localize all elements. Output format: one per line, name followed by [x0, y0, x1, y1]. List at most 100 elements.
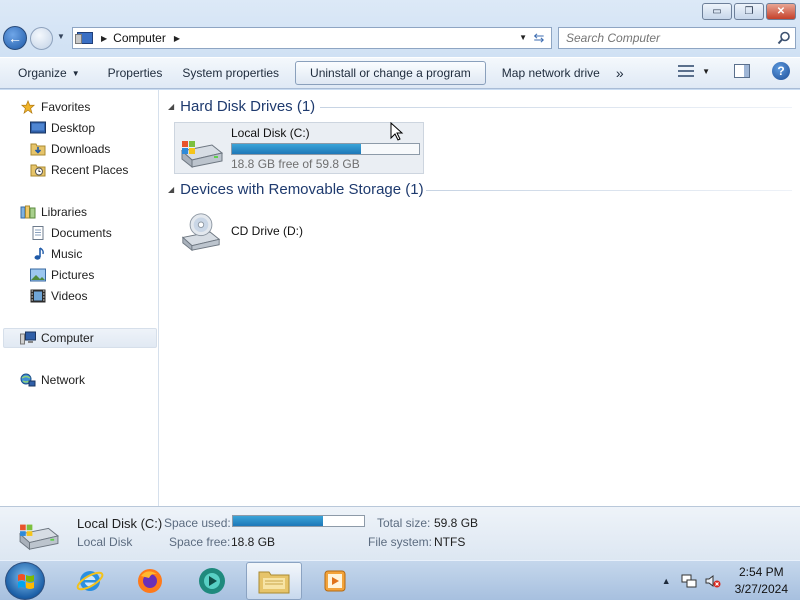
app-icon — [199, 568, 225, 594]
address-bar[interactable]: ▶ Computer ▶ ▼ ⇆ — [72, 27, 552, 49]
local-disk-usage-fill — [232, 144, 362, 154]
star-icon — [20, 100, 36, 114]
view-controls: ▼ ? — [678, 62, 790, 80]
navigation-pane: Favorites Desktop Downloads Recent Place… — [0, 90, 159, 506]
arrow-left-icon: ← — [8, 30, 22, 46]
nav-pictures-label: Pictures — [51, 268, 95, 282]
back-button[interactable]: ← — [3, 26, 27, 50]
start-button[interactable] — [5, 562, 45, 600]
refresh-icon[interactable]: ⇆ — [530, 30, 548, 46]
help-icon[interactable]: ? — [772, 62, 790, 80]
content-area: ◢ Hard Disk Drives (1) Local Disk (C:) 1… — [160, 90, 800, 506]
firefox-icon — [138, 569, 162, 593]
music-icon — [34, 247, 44, 260]
nav-libraries[interactable]: Libraries — [20, 202, 87, 222]
space-used-bar — [232, 515, 365, 527]
volume-muted-icon[interactable] — [705, 573, 721, 589]
media-player-icon — [324, 570, 346, 592]
nav-music[interactable]: Music — [30, 244, 82, 264]
address-dropdown-icon[interactable]: ▼ — [519, 33, 527, 42]
taskbar-internet-explorer[interactable] — [62, 562, 118, 600]
libraries-icon — [20, 205, 36, 219]
window-chrome: ▭ ❐ ✕ ← ▼ ▶ Computer ▶ ▼ ⇆ Organize ▼ — [0, 0, 800, 90]
nav-pictures[interactable]: Pictures — [30, 265, 94, 285]
space-used-fill — [233, 516, 324, 526]
group-hard-disk-drives-label: Hard Disk Drives (1) — [180, 98, 316, 115]
local-disk-usage-bar — [231, 143, 420, 155]
maximize-button[interactable]: ❐ — [734, 3, 764, 20]
organize-label: Organize — [18, 66, 67, 80]
details-type: Local Disk — [77, 535, 133, 549]
taskbar-windows-explorer[interactable] — [246, 562, 302, 600]
nav-music-label: Music — [51, 247, 83, 261]
nav-computer[interactable]: Computer — [3, 328, 157, 348]
taskbar-firefox[interactable] — [122, 562, 178, 600]
nav-favorites-label: Favorites — [41, 100, 91, 114]
organize-button[interactable]: Organize ▼ — [10, 61, 88, 85]
system-properties-button[interactable]: System properties — [174, 61, 287, 85]
nav-videos-label: Videos — [51, 289, 88, 303]
breadcrumb-computer[interactable]: Computer — [113, 31, 166, 45]
recent-places-icon — [30, 164, 46, 177]
explorer-folder-icon — [258, 571, 290, 594]
file-system-value: NTFS — [434, 535, 466, 549]
collapse-triangle-icon: ◢ — [168, 102, 175, 111]
views-icon — [678, 64, 695, 78]
nav-recent-places[interactable]: Recent Places — [30, 160, 128, 180]
nav-network-label: Network — [41, 373, 86, 387]
nav-documents[interactable]: Documents — [30, 223, 112, 243]
videos-icon — [30, 289, 46, 303]
close-button[interactable]: ✕ — [766, 3, 796, 20]
cd-drive-d-item[interactable]: CD Drive (D:) — [174, 208, 324, 256]
nav-computer-label: Computer — [41, 331, 94, 345]
nav-network[interactable]: Network — [20, 370, 85, 390]
navigation-row: ← ▼ ▶ Computer ▶ ▼ ⇆ — [0, 24, 800, 52]
nav-recent-places-label: Recent Places — [51, 163, 129, 177]
group-removable-storage-label: Devices with Removable Storage (1) — [180, 181, 424, 198]
chevron-right-icon[interactable]: ▶ — [101, 34, 107, 43]
taskbar-media-player[interactable] — [307, 562, 363, 600]
space-used-label: Space used: — [164, 516, 231, 530]
uninstall-program-button[interactable]: Uninstall or change a program — [295, 61, 486, 85]
network-icon — [20, 373, 36, 387]
group-hard-disk-drives[interactable]: ◢ Hard Disk Drives (1) — [168, 98, 315, 115]
minimize-button[interactable]: ▭ — [702, 3, 732, 20]
internet-explorer-icon — [76, 571, 104, 591]
more-commands-button[interactable]: » — [608, 61, 632, 85]
search-box — [558, 27, 796, 49]
network-status-icon[interactable] — [681, 573, 697, 589]
total-size-value: 59.8 GB — [434, 516, 479, 530]
show-hidden-icons-icon[interactable]: ▲ — [662, 576, 671, 586]
properties-button[interactable]: Properties — [100, 61, 171, 85]
hard-drive-icon — [180, 141, 224, 169]
map-network-drive-button[interactable]: Map network drive — [494, 61, 608, 85]
nav-downloads[interactable]: Downloads — [30, 139, 110, 159]
recent-pages-dropdown[interactable]: ▼ — [57, 32, 65, 41]
change-view-button[interactable]: ▼ — [678, 64, 710, 78]
clock-time: 2:54 PM — [738, 565, 784, 579]
cd-drive-name: CD Drive (D:) — [231, 224, 303, 238]
nav-desktop[interactable]: Desktop — [30, 118, 95, 138]
computer-icon — [20, 331, 36, 345]
chevron-down-icon: ▼ — [71, 68, 80, 78]
search-icon[interactable] — [777, 31, 791, 45]
command-bar: Organize ▼ Properties System properties … — [0, 57, 800, 89]
chevron-right-icon[interactable]: ▶ — [174, 34, 180, 43]
taskbar-app[interactable] — [184, 562, 240, 600]
desktop-icon — [30, 121, 46, 134]
documents-icon — [32, 226, 44, 240]
search-input[interactable] — [566, 31, 766, 45]
pictures-icon — [30, 268, 46, 282]
details-name: Local Disk (C:) — [77, 516, 163, 531]
clock[interactable]: 2:54 PM 3/27/2024 — [735, 564, 788, 598]
nav-favorites[interactable]: Favorites — [20, 97, 90, 117]
preview-pane-icon[interactable] — [734, 64, 750, 78]
group-removable-storage[interactable]: ◢ Devices with Removable Storage (1) — [168, 181, 424, 198]
window-controls: ▭ ❐ ✕ — [702, 3, 796, 20]
nav-videos[interactable]: Videos — [30, 286, 87, 306]
nav-downloads-label: Downloads — [51, 142, 111, 156]
collapse-triangle-icon: ◢ — [168, 185, 175, 194]
nav-documents-label: Documents — [51, 226, 112, 240]
local-disk-c-tile[interactable]: Local Disk (C:) 18.8 GB free of 59.8 GB — [174, 122, 424, 174]
forward-button[interactable] — [30, 27, 53, 50]
